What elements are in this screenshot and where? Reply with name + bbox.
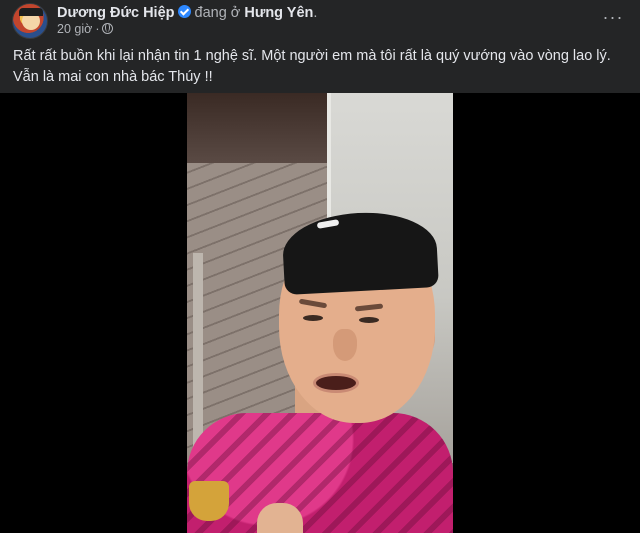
location-link[interactable]: Hưng Yên: [244, 5, 313, 21]
more-options-button[interactable]: ···: [596, 4, 630, 30]
post-timestamp[interactable]: 20 giờ: [57, 22, 92, 36]
facebook-post: Dương Đức Hiệp đang ở Hưng Yên. 20 giờ · ·…: [0, 0, 640, 533]
post-caption: Rất rất buồn khi lại nhận tin 1 nghệ sĩ.…: [13, 48, 611, 85]
location-punctuation: .: [313, 5, 318, 21]
right-eye: [359, 317, 379, 323]
post-media[interactable]: [0, 93, 640, 533]
avatar-hat: [19, 8, 43, 16]
person-hand: [257, 503, 303, 533]
globe-icon[interactable]: [102, 23, 114, 34]
video-frame[interactable]: [187, 93, 453, 533]
verified-badge-icon: [177, 5, 191, 18]
location-prefix: đang ở: [194, 5, 241, 21]
more-options-icon: ···: [602, 6, 624, 27]
nose: [333, 329, 357, 361]
post-header: Dương Đức Hiệp đang ở Hưng Yên. 20 giờ · ·…: [0, 0, 640, 42]
meta-separator: ·: [95, 22, 100, 36]
shirt-logo: [189, 481, 229, 521]
author-avatar[interactable]: [12, 3, 48, 39]
post-meta: 20 giờ ·: [57, 22, 114, 37]
mouth: [313, 373, 359, 393]
shirt-pattern: [187, 413, 453, 533]
author-name[interactable]: Dương Đức Hiệp: [57, 5, 175, 21]
left-eye: [303, 315, 323, 321]
author-line: Dương Đức Hiệp đang ở Hưng Yên.: [57, 4, 317, 22]
